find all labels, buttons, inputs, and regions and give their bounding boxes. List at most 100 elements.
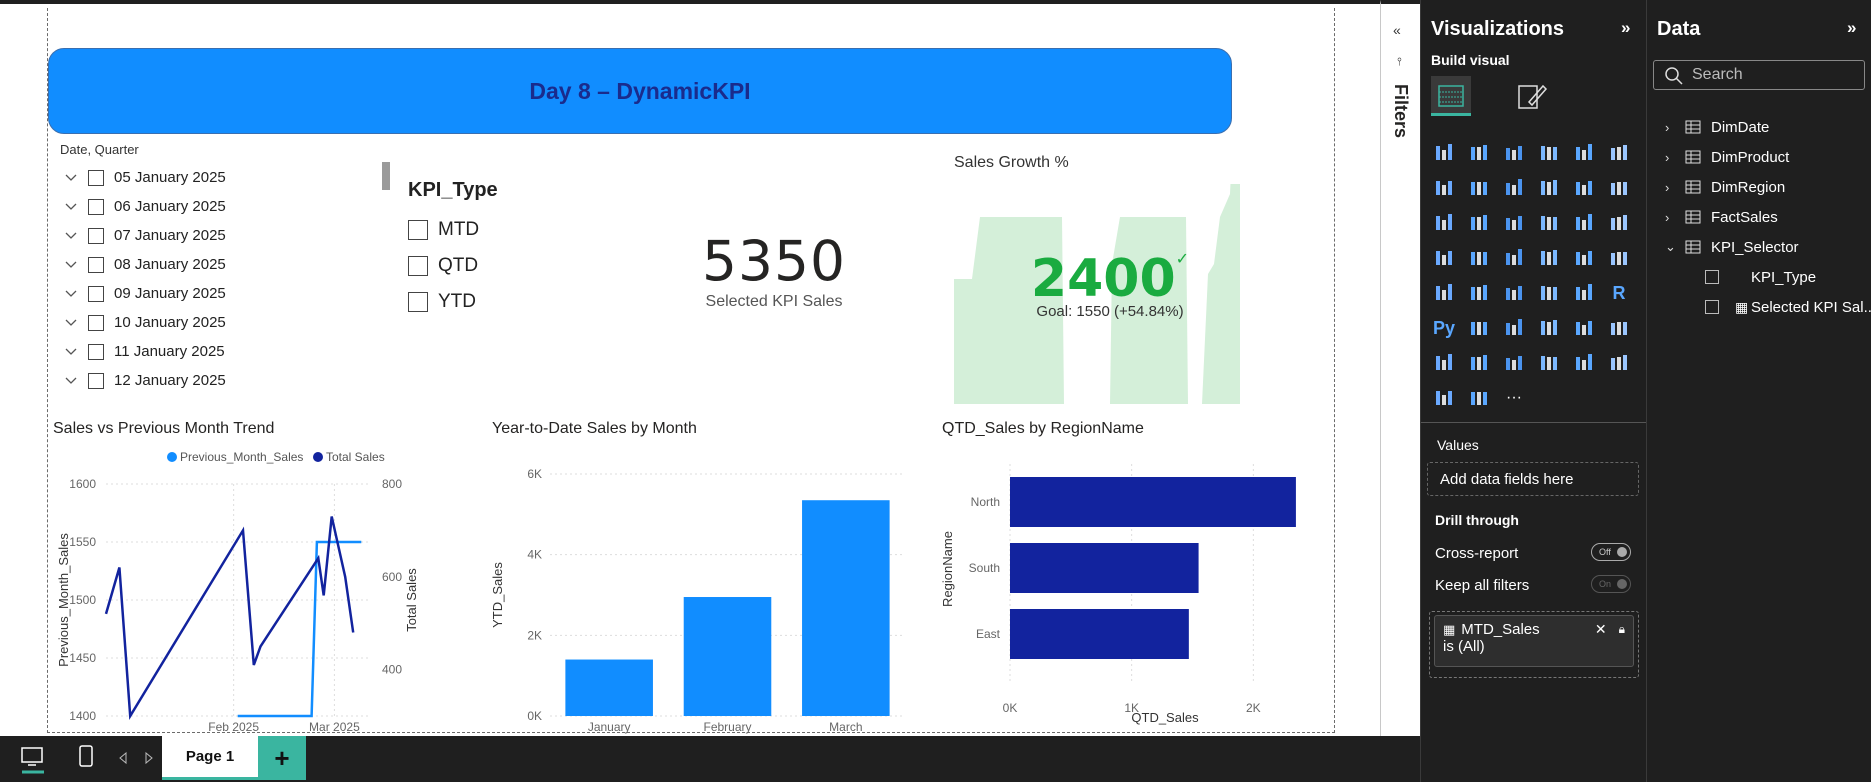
chevron-down-icon[interactable] xyxy=(64,316,78,330)
chevron-right-icon[interactable]: › xyxy=(1665,180,1679,195)
checkbox[interactable] xyxy=(88,314,104,331)
checkbox[interactable] xyxy=(88,343,104,360)
ribbon-chart-visual-icon[interactable] xyxy=(1431,210,1457,236)
checkbox[interactable] xyxy=(88,256,104,273)
gauge-visual-icon[interactable] xyxy=(1571,245,1597,271)
prev-page-icon[interactable] xyxy=(118,751,128,765)
slicer-scrollbar[interactable] xyxy=(382,162,390,190)
chevron-right-icon[interactable]: › xyxy=(1665,210,1679,225)
python-visual-icon[interactable]: Py xyxy=(1431,315,1457,341)
chevron-down-icon[interactable] xyxy=(64,287,78,301)
pie-visual-icon[interactable] xyxy=(1571,210,1597,236)
date-quarter-slicer[interactable]: Date, Quarter 05 January 2025 06 January … xyxy=(60,142,400,404)
stacked-bar-visual-icon[interactable] xyxy=(1431,140,1457,166)
data-field-item[interactable]: ▦ Selected KPI Sal... xyxy=(1705,296,1871,318)
map-visual-icon[interactable] xyxy=(1466,245,1492,271)
ytd-sales-by-month-chart[interactable]: 0K2K4K6KJanuaryFebruaryMarchYTD_SalesMon… xyxy=(490,444,910,734)
line-clustered-visual-icon[interactable] xyxy=(1606,175,1632,201)
checkbox[interactable] xyxy=(88,372,104,389)
stacked-column-visual-icon[interactable] xyxy=(1466,140,1492,166)
title-banner[interactable]: Day 8 – DynamicKPI xyxy=(48,48,1232,134)
data-table-kpi-selector[interactable]: ⌄ KPI_Selector xyxy=(1665,236,1799,258)
remove-filter-icon[interactable]: ✕ xyxy=(1595,621,1607,638)
stacked-area-visual-icon[interactable] xyxy=(1501,175,1527,201)
donut-visual-icon[interactable] xyxy=(1606,210,1632,236)
kpi-visual-icon[interactable] xyxy=(1466,280,1492,306)
checkbox[interactable] xyxy=(408,220,428,240)
clustered-bar-visual-icon[interactable] xyxy=(1501,140,1527,166)
chevron-down-icon[interactable]: ⌄ xyxy=(1665,239,1679,255)
qtd-sales-by-region-chart[interactable]: 0K 1K 2KNorthSouthEastRegionNameQTD_Sales xyxy=(940,444,1320,734)
search-input[interactable] xyxy=(1692,65,1852,85)
kpi-option-ytd[interactable]: YTD xyxy=(408,284,578,320)
azure-map-visual-icon[interactable] xyxy=(1536,245,1562,271)
kpi-option-mtd[interactable]: MTD xyxy=(408,212,578,248)
cross-report-toggle[interactable]: Off xyxy=(1591,543,1631,561)
paginated-visual-icon[interactable] xyxy=(1431,350,1457,376)
slicer-visual-icon[interactable] xyxy=(1501,280,1527,306)
field-checkbox[interactable] xyxy=(1705,300,1719,314)
add-page-button[interactable]: + xyxy=(258,736,306,780)
custom-visual-visual-icon[interactable] xyxy=(1431,385,1457,411)
page-tab-1[interactable]: Page 1 xyxy=(162,736,258,780)
decomposition-tree-visual-icon[interactable] xyxy=(1501,315,1527,341)
chevron-down-icon[interactable] xyxy=(64,345,78,359)
funnel-visual-icon[interactable] xyxy=(1501,210,1527,236)
date-slicer-item[interactable]: 11 January 2025 xyxy=(60,337,400,366)
values-field-well[interactable]: Add data fields here xyxy=(1427,462,1639,496)
chevron-down-icon[interactable] xyxy=(64,171,78,185)
drillthrough-filter-card[interactable]: ▦ MTD_Sales ✕ 🔒︎ is (All) xyxy=(1429,611,1639,678)
waterfall-visual-icon[interactable] xyxy=(1466,210,1492,236)
chevron-right-icon[interactable]: › xyxy=(1665,150,1679,165)
date-slicer-item[interactable]: 06 January 2025 xyxy=(60,192,400,221)
data-table-dimproduct[interactable]: › DimProduct xyxy=(1665,146,1789,168)
treemap-visual-icon[interactable] xyxy=(1431,245,1457,271)
smart-narrative-visual-icon[interactable] xyxy=(1571,315,1597,341)
collapse-chevron-icon[interactable]: » xyxy=(1621,18,1630,38)
sales-vs-previous-month-chart[interactable]: Previous_Month_Sales Total Sales 1400 1450 1… xyxy=(50,444,430,734)
kpi-type-slicer[interactable]: KPI_Type MTD QTD YTD xyxy=(408,179,578,319)
checkbox[interactable] xyxy=(88,169,104,186)
next-page-icon[interactable] xyxy=(144,751,154,765)
r-script-visual-icon[interactable]: R xyxy=(1606,280,1632,306)
checkbox[interactable] xyxy=(88,227,104,244)
more-visuals-icon[interactable]: ··· xyxy=(1501,385,1527,411)
card-visual-icon[interactable] xyxy=(1606,245,1632,271)
table-visual-icon[interactable] xyxy=(1536,280,1562,306)
collapse-chevron-icon[interactable]: » xyxy=(1847,18,1856,38)
clustered-column-visual-icon[interactable] xyxy=(1536,140,1562,166)
build-visual-tab[interactable] xyxy=(1431,76,1471,116)
power-automate-2-visual-icon[interactable] xyxy=(1536,350,1562,376)
chevron-down-icon[interactable] xyxy=(64,374,78,388)
filled-map-visual-icon[interactable] xyxy=(1501,245,1527,271)
date-slicer-item[interactable]: 05 January 2025 xyxy=(60,163,400,192)
format-visual-tab[interactable] xyxy=(1515,80,1549,112)
date-slicer-item[interactable]: 09 January 2025 xyxy=(60,279,400,308)
field-checkbox[interactable] xyxy=(1705,270,1719,284)
mobile-layout-icon[interactable] xyxy=(76,744,96,770)
date-slicer-item[interactable]: 07 January 2025 xyxy=(60,221,400,250)
checkbox[interactable] xyxy=(88,285,104,302)
data-table-dimdate[interactable]: › DimDate xyxy=(1665,116,1769,138)
multirow-card-visual-icon[interactable] xyxy=(1431,280,1457,306)
power-apps-2-visual-icon[interactable] xyxy=(1466,385,1492,411)
key-influencers-visual-icon[interactable] xyxy=(1466,315,1492,341)
chevron-down-icon[interactable] xyxy=(64,258,78,272)
filters-pane-collapsed[interactable]: « ⫯ Filters xyxy=(1380,0,1420,736)
keep-filters-toggle[interactable]: On xyxy=(1591,575,1631,593)
chevron-down-icon[interactable] xyxy=(64,200,78,214)
date-slicer-item[interactable]: 08 January 2025 xyxy=(60,250,400,279)
power-automate-4-visual-icon[interactable] xyxy=(1606,350,1632,376)
qa-visual-icon[interactable] xyxy=(1536,315,1562,341)
sales-growth-kpi-visual[interactable]: Sales Growth % 2400✓ Goal: 1550 (+54.84%… xyxy=(950,154,1240,404)
matrix-visual-icon[interactable] xyxy=(1571,280,1597,306)
line-visual-icon[interactable] xyxy=(1431,175,1457,201)
data-field-item[interactable]: KPI_Type xyxy=(1705,266,1816,288)
metrics-visual-icon[interactable] xyxy=(1606,315,1632,341)
kpi-option-qtd[interactable]: QTD xyxy=(408,248,578,284)
desktop-layout-icon[interactable] xyxy=(20,744,44,774)
selected-kpi-card[interactable]: 5350 Selected KPI Sales xyxy=(690,229,858,329)
checkbox[interactable] xyxy=(88,198,104,215)
expand-chevron-icon[interactable]: « xyxy=(1393,22,1401,38)
power-apps-visual-icon[interactable] xyxy=(1466,350,1492,376)
